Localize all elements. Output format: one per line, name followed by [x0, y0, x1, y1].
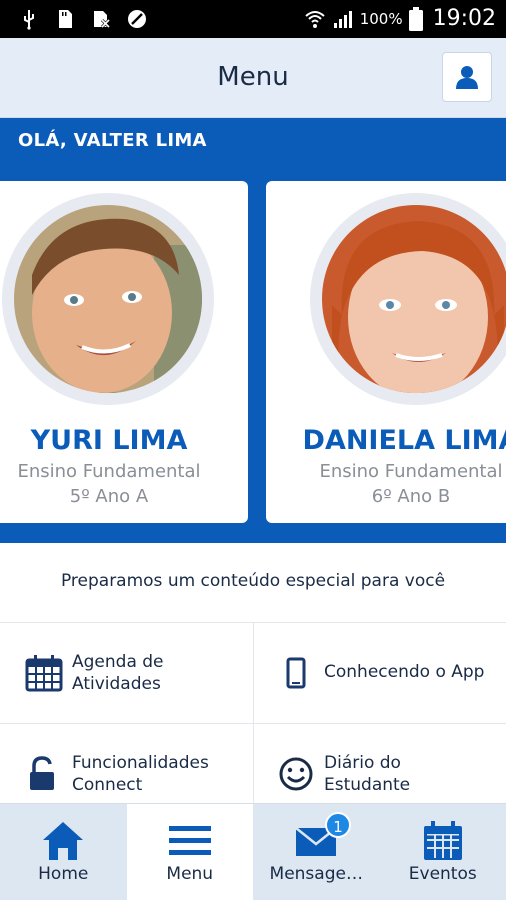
battery-icon — [408, 6, 423, 31]
avatar-frame — [310, 193, 506, 405]
tile-conhecendo-app[interactable]: Conhecendo o App — [253, 623, 506, 724]
student-class: 6º Ano B — [371, 486, 451, 507]
tile-label-line: Conhecendo o App — [324, 662, 485, 682]
home-icon — [43, 822, 84, 860]
nav-label: Home — [38, 864, 89, 884]
system-indicators: 100% 19:02 — [304, 6, 496, 31]
app-header: Menu — [0, 38, 506, 118]
promo-text: Preparamos um conteúdo especial para voc… — [60, 571, 446, 591]
nav-menu[interactable]: Menu — [127, 804, 254, 900]
unread-badge: 1 — [325, 812, 351, 838]
nav-icon-wrap — [127, 820, 254, 864]
page-title: Menu — [217, 62, 289, 92]
signal-icon — [333, 10, 352, 28]
tile-label-line: Diário do — [324, 753, 401, 773]
students-section: OLÁ, VALTER LIMA YURI LIMA Ensino Fundam… — [0, 118, 506, 543]
student-photo-boy — [14, 205, 202, 393]
unlock-icon — [30, 756, 54, 790]
tile-label-line: Funcionalidades — [72, 753, 209, 773]
tile-label: Funcionalidades Connect — [72, 752, 209, 796]
wifi-icon — [305, 10, 325, 28]
nav-icon-wrap — [0, 820, 127, 864]
avatar — [14, 205, 202, 393]
calendar-icon — [25, 655, 63, 692]
battery-percent: 100% — [359, 9, 403, 28]
avatar-frame — [2, 193, 214, 405]
user-icon — [456, 66, 478, 89]
nav-home[interactable]: Home — [0, 804, 127, 900]
student-level: Ensino Fundamental — [319, 461, 503, 482]
app-screen: 100% 19:02 Menu OLÁ, VALTER LIMA YURI LI… — [0, 0, 506, 900]
phone-icon — [286, 657, 306, 689]
tile-label: Diário do Estudante — [324, 752, 410, 796]
notification-icons — [18, 8, 148, 30]
usb-icon — [24, 10, 34, 30]
nav-eventos[interactable]: Eventos — [379, 804, 506, 900]
sync-disabled-icon — [128, 10, 146, 28]
hamburger-icon — [168, 826, 211, 855]
promo-banner: Preparamos um conteúdo especial para voc… — [0, 543, 506, 623]
tile-label-line: Agenda de — [72, 652, 164, 672]
student-level: Ensino Fundamental — [17, 461, 201, 482]
tile-agenda[interactable]: Agenda de Atividades — [0, 623, 253, 724]
student-photo-girl — [322, 205, 506, 393]
tile-label-line: Atividades — [72, 674, 161, 694]
smiley-icon — [279, 757, 313, 791]
calendar-icon — [423, 821, 462, 860]
tile-label-line: Connect — [72, 775, 143, 795]
tile-label: Agenda de Atividades — [72, 651, 164, 695]
nav-label: Eventos — [408, 864, 477, 884]
status-bar: 100% 19:02 — [0, 0, 506, 38]
avatar — [322, 205, 506, 393]
sd-card-icon — [59, 10, 72, 28]
tile-label: Conhecendo o App — [324, 661, 484, 683]
student-name: YURI LIMA — [30, 425, 188, 456]
tile-label-line: Estudante — [324, 775, 411, 795]
nav-label: Mensage… — [269, 864, 363, 884]
clock: 19:02 — [432, 6, 496, 31]
student-name: DANIELA LIMA — [302, 425, 506, 456]
nav-icon-wrap — [253, 820, 380, 864]
nav-mensagens[interactable]: 1 Mensage… — [253, 804, 380, 900]
student-card[interactable]: DANIELA LIMA Ensino Fundamental 6º Ano B — [266, 181, 506, 523]
greeting: OLÁ, VALTER LIMA — [18, 130, 207, 151]
no-sim-icon — [94, 11, 111, 29]
content-grid: Agenda de Atividades Conhecendo o App Fu… — [0, 623, 506, 825]
nav-icon-wrap — [380, 820, 506, 864]
nav-label: Menu — [166, 864, 214, 884]
profile-button[interactable] — [442, 52, 492, 102]
student-class: 5º Ano A — [69, 486, 149, 507]
student-card[interactable]: YURI LIMA Ensino Fundamental 5º Ano A — [0, 181, 248, 523]
bottom-navigation: Home Menu 1 Mensage… Eventos — [0, 803, 506, 900]
